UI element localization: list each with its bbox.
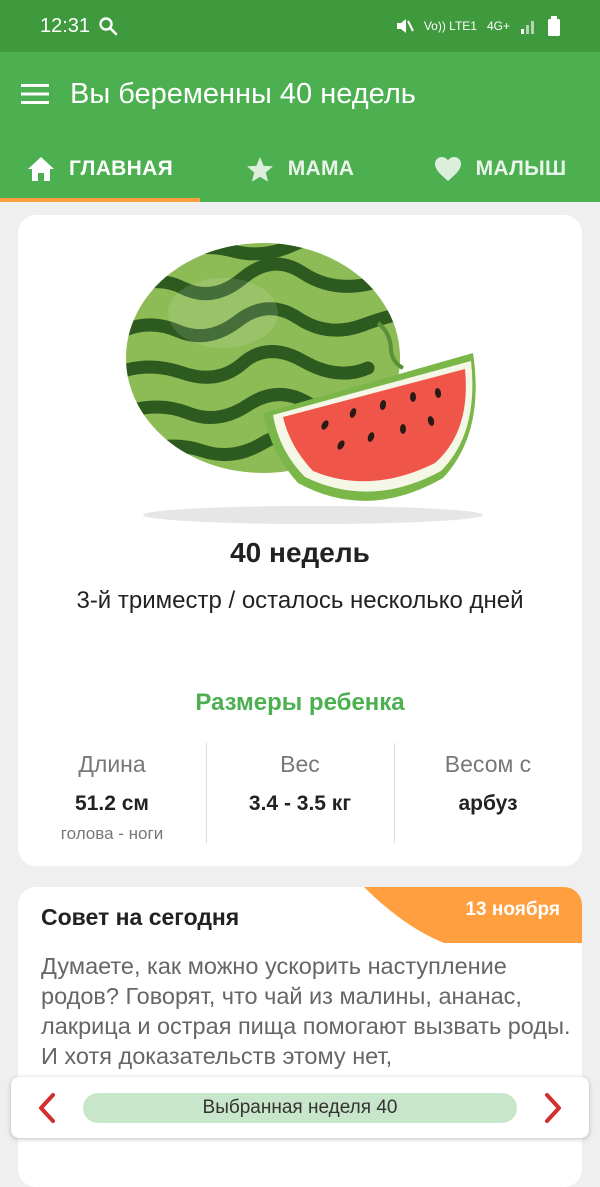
stat-compare-value: арбуз: [458, 792, 518, 815]
menu-button[interactable]: [0, 83, 70, 105]
selected-week-pill[interactable]: Выбранная неделя 40: [83, 1092, 517, 1123]
search-icon: [99, 17, 118, 36]
stat-size-compare: Весом с арбуз: [394, 743, 582, 843]
tip-date: 13 ноября: [465, 899, 560, 920]
battery-icon: [548, 16, 560, 36]
chevron-left-icon: [39, 1092, 55, 1123]
heart-icon: [434, 157, 461, 181]
tab-mom-label: МАМА: [287, 157, 355, 180]
stat-length-sub: голова - ноги: [60, 824, 164, 843]
trimester-text: 3-й триместр / осталось несколько дней: [76, 587, 524, 614]
watermelon-illustration: [126, 243, 483, 524]
status-icons: Vo)) LTE1 4G+: [394, 16, 560, 36]
volte-indicator: Vo)) LTE1: [423, 19, 477, 33]
status-time-group: 12:31: [40, 15, 118, 38]
stat-length-label: Длина: [78, 751, 146, 777]
next-week-button[interactable]: [517, 1092, 589, 1124]
prev-week-button[interactable]: [11, 1092, 83, 1124]
tip-title: Совет на сегодня: [41, 904, 240, 930]
tab-mom[interactable]: МАМА: [200, 136, 400, 202]
week-title: 40 недель: [230, 537, 370, 568]
baby-stats: Длина 51.2 см голова - ноги Вес 3.4 - 3.…: [18, 743, 582, 843]
stat-compare-label: Весом с: [444, 751, 532, 777]
stat-length: Длина 51.2 см голова - ноги: [18, 743, 206, 843]
tip-date-badge: 13 ноября: [364, 887, 582, 943]
signal-icon: [521, 21, 534, 34]
baby-sizes-heading: Размеры ребенка: [195, 689, 405, 716]
stat-weight: Вес 3.4 - 3.5 кг: [206, 743, 394, 843]
home-icon: [28, 157, 54, 181]
tab-bar: ГЛАВНАЯ МАМА МАЛЫШ: [0, 136, 600, 202]
tab-main-label: ГЛАВНАЯ: [69, 157, 173, 180]
app-title: Вы беременны 40 недель: [70, 77, 416, 110]
stat-weight-value: 3.4 - 3.5 кг: [248, 792, 352, 815]
tab-baby-label: МАЛЫШ: [475, 157, 567, 180]
hamburger-icon: [21, 84, 49, 104]
status-time: 12:31: [40, 14, 91, 37]
app-bar: Вы беременны 40 недель: [0, 52, 600, 136]
stat-length-value: 51.2 см: [75, 792, 149, 815]
network-indicator: 4G+: [486, 19, 510, 33]
tab-baby[interactable]: МАЛЫШ: [400, 136, 600, 202]
stat-weight-label: Вес: [280, 751, 320, 777]
mute-icon: [396, 19, 414, 33]
star-icon: [246, 156, 273, 182]
tip-card[interactable]: 13 ноября Совет на сегодня Думаете, как …: [18, 887, 582, 1187]
week-navigator: Выбранная неделя 40: [11, 1077, 589, 1138]
tab-main[interactable]: ГЛАВНАЯ: [0, 136, 200, 202]
chevron-right-icon: [545, 1092, 561, 1123]
week-card: 40 недель 3-й триместр / осталось нескол…: [18, 215, 582, 866]
status-bar: 12:31 Vo)) LTE1 4G+: [0, 0, 600, 52]
tip-text: Думаете, как можно ускорить наступление …: [41, 953, 571, 1069]
